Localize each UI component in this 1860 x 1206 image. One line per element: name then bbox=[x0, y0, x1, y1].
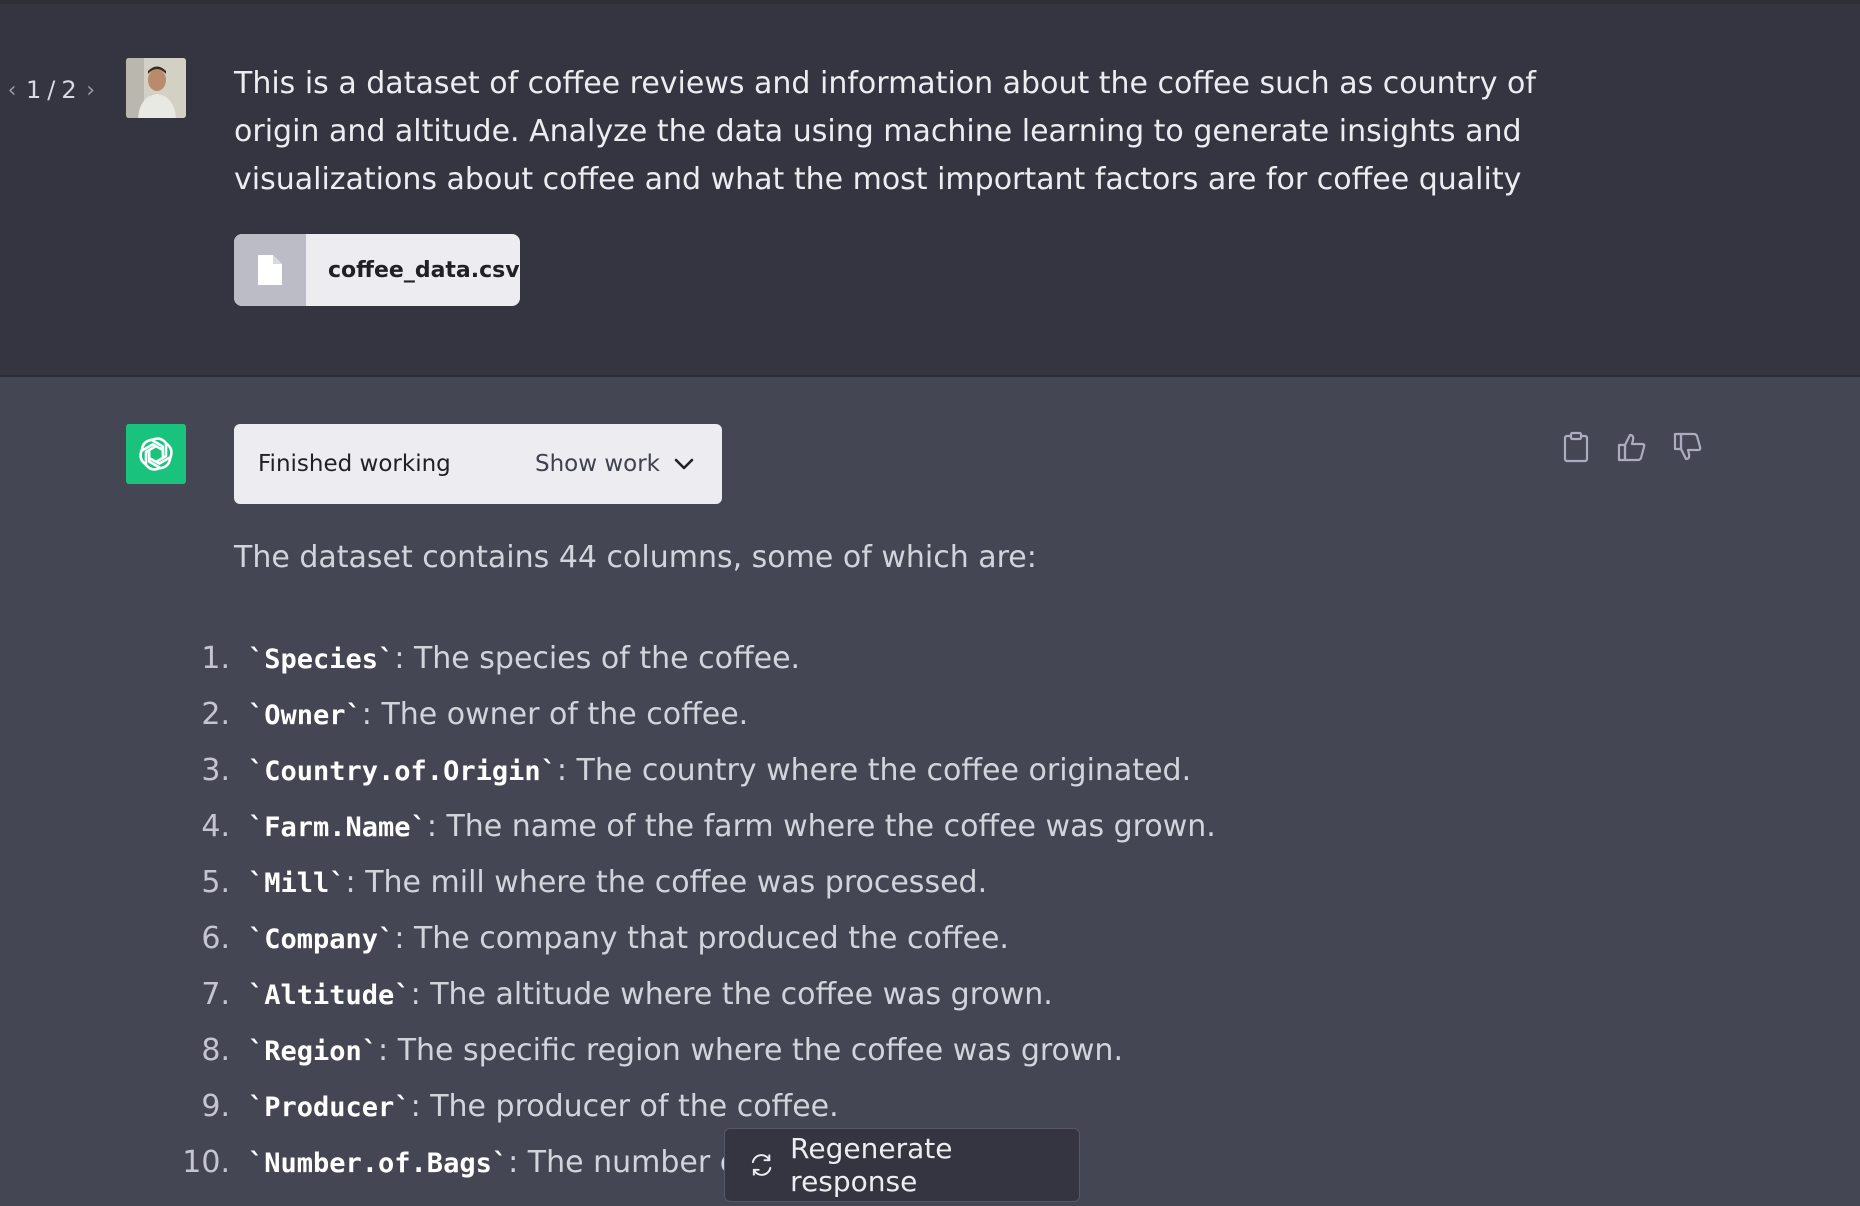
show-work-toggle[interactable]: Show work bbox=[535, 451, 694, 477]
column-description: : The number c bbox=[508, 1144, 737, 1180]
thumbs-up-icon[interactable] bbox=[1616, 430, 1648, 464]
column-description: : The altitude where the coffee was grow… bbox=[410, 976, 1053, 1012]
column-description: : The country where the coffee originate… bbox=[556, 752, 1192, 788]
column-name: `Producer` bbox=[248, 1091, 411, 1123]
file-attachment[interactable]: coffee_data.csv bbox=[234, 234, 520, 306]
chatgpt-logo-icon bbox=[126, 424, 186, 484]
chevron-left-icon[interactable]: ‹ bbox=[4, 78, 20, 103]
dataset-column-list: 1. `Species`: The species of the coffee.… bbox=[0, 630, 1216, 1190]
list-number: 4. bbox=[201, 808, 230, 844]
regenerate-response-button[interactable]: Regenerate response bbox=[724, 1128, 1080, 1202]
list-number: 1. bbox=[201, 640, 230, 676]
list-item: 3. `Country.of.Origin`: The country wher… bbox=[0, 742, 1200, 798]
list-number: 3. bbox=[201, 752, 230, 788]
message-actions bbox=[1560, 430, 1704, 464]
list-number: 9. bbox=[201, 1088, 230, 1124]
list-number: 8. bbox=[201, 1032, 230, 1068]
column-description: : The mill where the coffee was processe… bbox=[345, 864, 988, 900]
list-item: 8. `Region`: The specific region where t… bbox=[0, 1022, 1200, 1078]
list-item: 2. `Owner`: The owner of the coffee. bbox=[0, 686, 1200, 742]
column-name: `Company` bbox=[248, 923, 395, 955]
chevron-down-icon bbox=[674, 458, 694, 470]
column-description: : The company that produced the coffee. bbox=[394, 920, 1009, 956]
column-description: : The owner of the coffee. bbox=[361, 696, 749, 732]
column-description: : The name of the farm where the coffee … bbox=[426, 808, 1216, 844]
user-message-text: This is a dataset of coffee reviews and … bbox=[234, 66, 1536, 197]
show-work-label: Show work bbox=[534, 451, 660, 477]
response-pager: ‹ 1 / 2 › bbox=[4, 76, 99, 104]
list-item: 9. `Producer`: The producer of the coffe… bbox=[0, 1078, 1200, 1134]
file-icon bbox=[234, 234, 306, 306]
list-item: 4. `Farm.Name`: The name of the farm whe… bbox=[0, 798, 1215, 854]
pager-separator: / bbox=[47, 76, 56, 104]
column-name: `Farm.Name` bbox=[248, 811, 427, 843]
list-item: 1. `Species`: The species of the coffee. bbox=[0, 630, 1200, 686]
work-status-panel: Finished working Show work bbox=[234, 424, 722, 504]
pager-total: 2 bbox=[61, 76, 77, 104]
list-number: 2. bbox=[201, 696, 230, 732]
column-name: `Altitude` bbox=[248, 979, 411, 1011]
column-description: : The specific region where the coffee w… bbox=[378, 1032, 1123, 1068]
column-name: `Owner` bbox=[248, 699, 362, 731]
list-number: 5. bbox=[201, 864, 230, 900]
list-number: 6. bbox=[201, 920, 230, 956]
chevron-right-icon[interactable]: › bbox=[83, 78, 99, 103]
regenerate-label: Regenerate response bbox=[790, 1132, 953, 1198]
column-name: `Number.of.Bags` bbox=[248, 1147, 509, 1179]
pager-current: 1 bbox=[26, 76, 42, 104]
column-name: `Region` bbox=[248, 1035, 379, 1067]
user-avatar bbox=[126, 58, 186, 118]
column-name: `Mill` bbox=[248, 867, 346, 899]
clipboard-icon[interactable] bbox=[1560, 430, 1592, 464]
column-description: : The species of the coffee. bbox=[394, 640, 801, 676]
column-name: `Country.of.Origin` bbox=[248, 755, 557, 787]
user-message-block: ‹ 1 / 2 › This is a dataset of coffee re… bbox=[0, 4, 1860, 377]
column-name: `Species` bbox=[248, 643, 395, 675]
list-item: 6. `Company`: The company that produced … bbox=[0, 910, 1200, 966]
column-description: : The producer of the coffee. bbox=[410, 1088, 839, 1124]
list-number: 10. bbox=[182, 1144, 230, 1180]
list-number: 7. bbox=[201, 976, 230, 1012]
list-item: 5. `Mill`: The mill where the coffee was… bbox=[0, 854, 1200, 910]
refresh-icon bbox=[751, 1154, 772, 1176]
thumbs-down-icon[interactable] bbox=[1672, 430, 1704, 464]
assistant-intro-text: The dataset contains 44 columns, some of… bbox=[234, 540, 1037, 575]
status-label: Finished working bbox=[258, 451, 451, 477]
file-name: coffee_data.csv bbox=[328, 257, 520, 283]
list-item: 7. `Altitude`: The altitude where the co… bbox=[0, 966, 1200, 1022]
